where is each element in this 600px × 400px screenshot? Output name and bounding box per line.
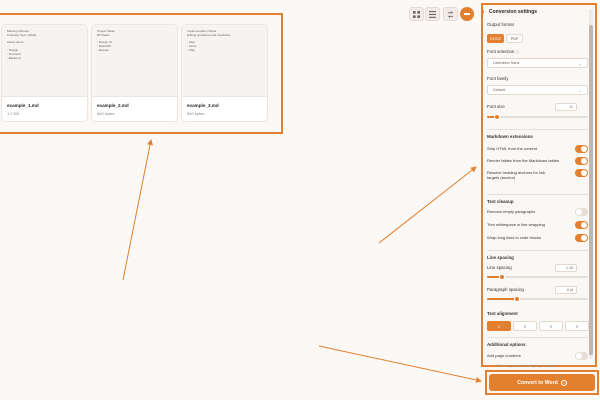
file-card[interactable]: Meeting Minutes # Weekly Sync (2024) Act… bbox=[1, 24, 88, 122]
line-spacing-slider[interactable] bbox=[487, 274, 588, 280]
file-size: 860 bytes bbox=[97, 111, 115, 116]
swap-icon bbox=[447, 10, 454, 18]
additional-options-label: Additional options bbox=[487, 342, 526, 347]
option-row[interactable]: Render tables from the Markdown tables bbox=[487, 157, 588, 166]
font-family-select[interactable]: Default ⌄ bbox=[487, 85, 588, 95]
toggle-switch[interactable] bbox=[575, 352, 588, 360]
align-left-icon: ≡ bbox=[497, 323, 501, 329]
toggle-switch[interactable] bbox=[575, 221, 588, 229]
grid-view-button[interactable] bbox=[409, 7, 424, 21]
divider bbox=[487, 194, 588, 195]
arrow-to-files bbox=[122, 139, 153, 281]
list-icon bbox=[429, 10, 436, 18]
slider-knob[interactable] bbox=[514, 296, 521, 302]
line-spacing-label: Line spacing bbox=[487, 265, 512, 270]
swap-button[interactable] bbox=[443, 7, 458, 21]
align-right-icon: ≡ bbox=[549, 323, 553, 329]
file-preview: Implementation Notes Editing guidelines … bbox=[182, 25, 267, 97]
option-label-continued: targets (anchor) bbox=[487, 175, 516, 180]
markdown-section-label: Markdown extensions bbox=[487, 134, 533, 139]
font-family-label: Font family bbox=[487, 76, 509, 81]
font-select[interactable]: Liberation Sans ⌄ bbox=[487, 58, 588, 68]
align-center-icon: ≡ bbox=[523, 323, 527, 329]
line-spacing-section-label: Line spacing bbox=[487, 255, 514, 260]
file-name: example_2.md bbox=[97, 103, 129, 108]
font-selection-label: Font selection ⓘ bbox=[487, 49, 520, 54]
toggle-switch[interactable] bbox=[575, 157, 588, 165]
file-name: example_3.md bbox=[187, 103, 219, 108]
option-row[interactable]: Trim whitespace in line wrapping bbox=[487, 221, 588, 230]
toggle-switch[interactable] bbox=[575, 234, 588, 242]
paragraph-spacing-input[interactable]: 6 pt bbox=[555, 286, 577, 294]
arrow-right-icon: → bbox=[560, 379, 567, 386]
chevron-down-icon: ⌄ bbox=[578, 60, 582, 66]
arrow-to-settings bbox=[378, 166, 477, 244]
divider bbox=[487, 337, 588, 338]
align-justify-icon: ≡ bbox=[575, 323, 579, 329]
file-name: example_1.md bbox=[7, 103, 39, 108]
option-label: Wrap long lines in code blocks bbox=[487, 235, 541, 240]
divider bbox=[487, 129, 588, 130]
option-label: Trim whitespace in line wrapping bbox=[487, 222, 545, 227]
convert-button[interactable]: Convert to Word → bbox=[489, 374, 595, 391]
font-size-label: Font size bbox=[487, 104, 505, 109]
option-label: Remove empty paragraphs bbox=[487, 209, 536, 214]
option-row[interactable]: Add page numbers bbox=[487, 352, 588, 361]
toggle-switch[interactable] bbox=[575, 208, 588, 216]
file-preview: Project Tasks ## Status - Design UI - Bu… bbox=[92, 25, 177, 97]
format-option-docx[interactable]: DOCX bbox=[487, 34, 504, 43]
option-label: Render tables from the Markdown tables bbox=[487, 158, 560, 163]
output-format-label: Output format bbox=[487, 22, 514, 27]
slider-knob[interactable] bbox=[494, 114, 501, 120]
minus-icon bbox=[464, 13, 470, 15]
toggle-switch[interactable] bbox=[575, 145, 588, 153]
font-size-slider[interactable] bbox=[487, 114, 588, 120]
text-alignment-label: Text alignment bbox=[487, 311, 518, 316]
toggle-switch[interactable] bbox=[575, 169, 588, 177]
option-row[interactable]: Resolve heading anchors for link targets… bbox=[487, 169, 588, 183]
option-label: Add page numbers bbox=[487, 353, 521, 358]
option-row[interactable]: Remove empty paragraphs bbox=[487, 208, 588, 217]
file-card[interactable]: Implementation Notes Editing guidelines … bbox=[181, 24, 268, 122]
text-cleanup-section-label: Text cleanup bbox=[487, 199, 514, 204]
chevron-down-icon: ⌄ bbox=[578, 87, 582, 93]
font-size-input[interactable]: 11 bbox=[555, 103, 577, 111]
grid-icon bbox=[413, 10, 420, 18]
settings-panel: Conversion settings Output format DOCX P… bbox=[481, 3, 597, 367]
collapse-button[interactable] bbox=[460, 7, 474, 21]
slider-knob[interactable] bbox=[499, 274, 506, 280]
scrollbar-thumb[interactable] bbox=[589, 25, 593, 355]
file-size: 1.2 KB bbox=[7, 111, 20, 116]
align-justify-button[interactable]: ≡ bbox=[565, 321, 589, 331]
option-row[interactable]: Wrap long lines in code blocks bbox=[487, 234, 588, 243]
option-label: Strip HTML from the content bbox=[487, 146, 538, 151]
panel-title: Conversion settings bbox=[489, 9, 538, 15]
align-right-button[interactable]: ≡ bbox=[539, 321, 563, 331]
align-center-button[interactable]: ≡ bbox=[513, 321, 537, 331]
info-icon: ⓘ bbox=[515, 50, 520, 54]
panel-scrollbar[interactable] bbox=[589, 9, 593, 359]
list-view-button[interactable] bbox=[425, 7, 440, 21]
line-spacing-input[interactable]: 1.15 bbox=[555, 264, 577, 272]
paragraph-spacing-label: Paragraph spacing bbox=[487, 287, 524, 292]
file-preview: Meeting Minutes # Weekly Sync (2024) Act… bbox=[2, 25, 87, 97]
paragraph-spacing-slider[interactable] bbox=[487, 296, 588, 302]
convert-label: Convert to Word bbox=[517, 379, 558, 386]
option-row[interactable]: Strip HTML from the content bbox=[487, 145, 588, 154]
settings-icon bbox=[483, 9, 484, 14]
arrow-to-convert bbox=[318, 345, 482, 383]
file-card[interactable]: Project Tasks ## Status - Design UI - Bu… bbox=[91, 24, 178, 122]
slider-fill bbox=[487, 298, 518, 300]
file-size: 940 bytes bbox=[187, 111, 205, 116]
divider bbox=[487, 250, 588, 251]
privacy-footnote: Files are processed locally in your brow… bbox=[497, 364, 558, 368]
format-option-pdf[interactable]: PDF bbox=[506, 34, 523, 43]
align-left-button[interactable]: ≡ bbox=[487, 321, 511, 331]
